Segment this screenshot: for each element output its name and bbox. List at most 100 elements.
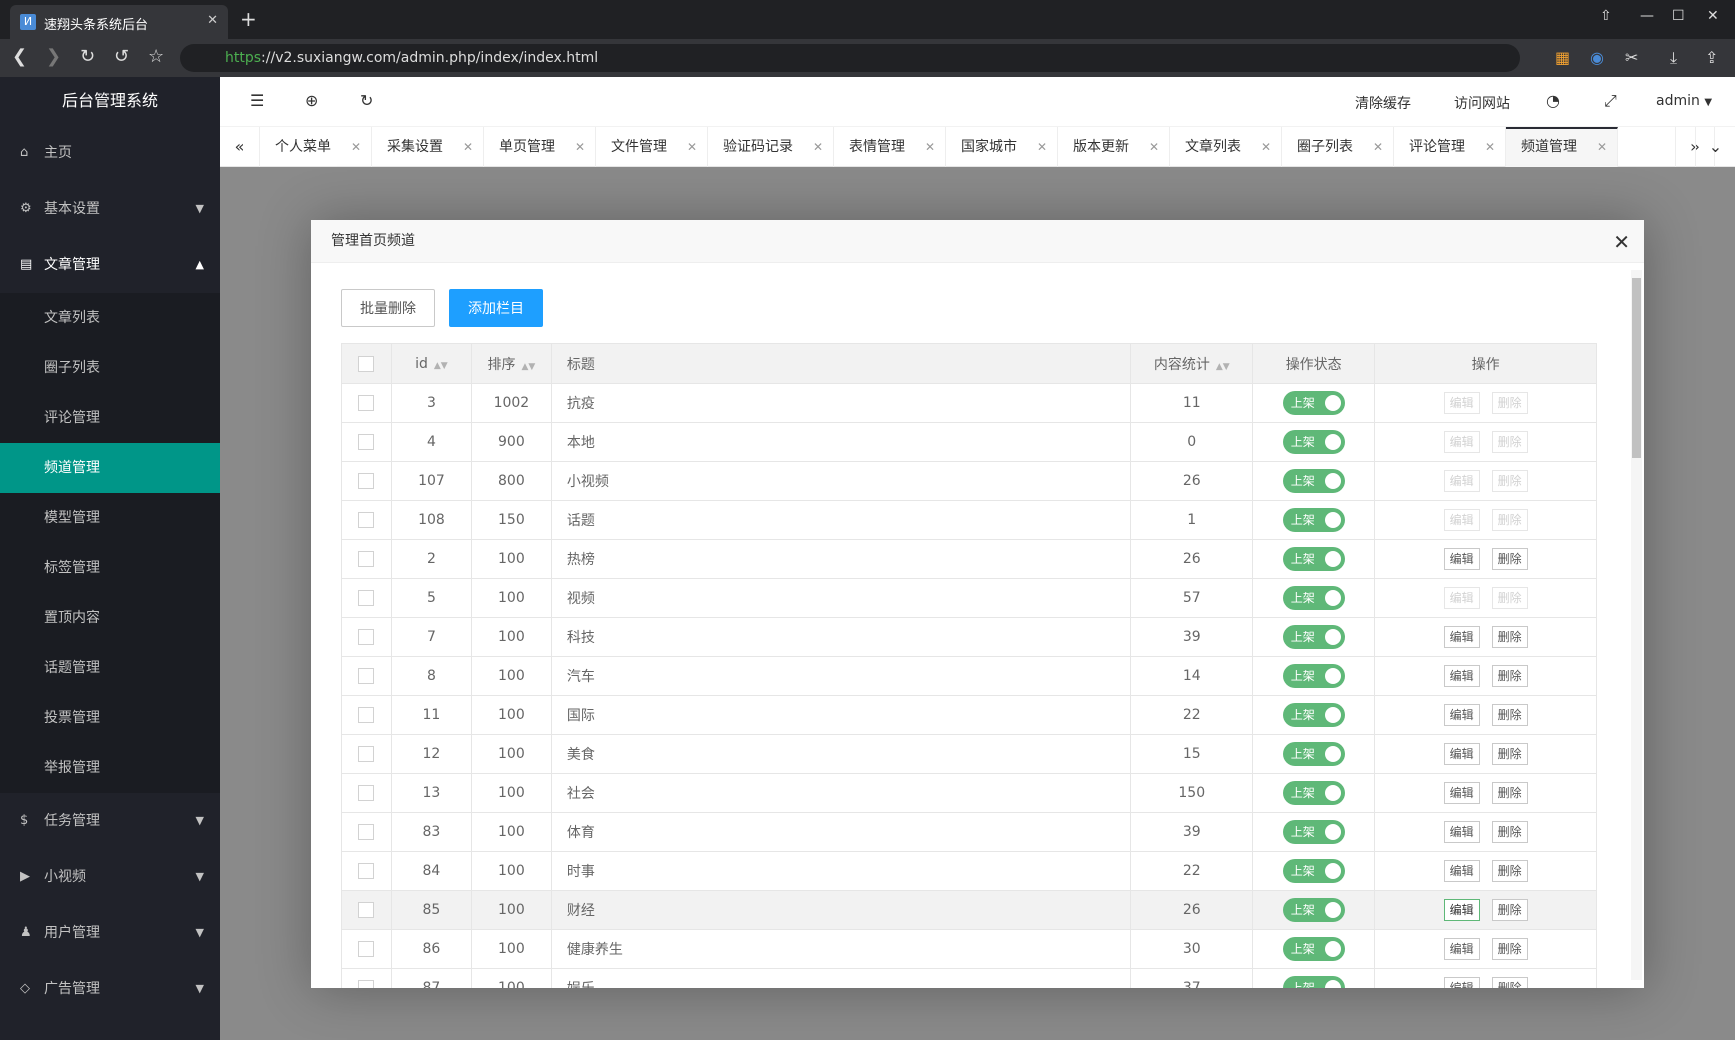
- page-tab-active[interactable]: 频道管理 ✕: [1506, 127, 1618, 167]
- close-tab-icon[interactable]: ✕: [575, 127, 585, 167]
- forward-icon[interactable]: ❯: [46, 46, 61, 67]
- page-tab[interactable]: 验证码记录 ✕: [708, 127, 834, 167]
- modal-scrollbar[interactable]: [1631, 270, 1642, 980]
- sidebar-item-basic-settings[interactable]: ⚙ 基本设置 ▼: [0, 181, 220, 237]
- scrollbar-thumb[interactable]: [1632, 278, 1641, 458]
- edit-button[interactable]: 编辑: [1443, 509, 1480, 531]
- extension-icon[interactable]: ◉: [1590, 48, 1604, 67]
- delete-button[interactable]: 删除: [1491, 977, 1528, 988]
- checkbox[interactable]: [358, 629, 375, 645]
- batch-delete-button[interactable]: 批量删除: [341, 289, 435, 327]
- checkbox[interactable]: [358, 512, 375, 528]
- edit-button[interactable]: 编辑: [1443, 665, 1480, 687]
- edit-button[interactable]: 编辑: [1443, 860, 1480, 882]
- sidebar-subitem[interactable]: 投票管理: [0, 693, 220, 743]
- table-row[interactable]: 8 100 汽车 14 上架 编辑 删除: [341, 656, 1597, 696]
- checkbox[interactable]: [358, 473, 375, 489]
- row-select[interactable]: [341, 851, 392, 891]
- close-tab-icon[interactable]: ✕: [1261, 127, 1271, 167]
- row-select[interactable]: [341, 734, 392, 774]
- status-toggle[interactable]: 上架: [1282, 547, 1345, 571]
- new-tab-icon[interactable]: +: [240, 7, 257, 31]
- delete-button[interactable]: 删除: [1491, 743, 1528, 765]
- row-select[interactable]: [341, 968, 392, 988]
- table-row[interactable]: 4 900 本地 0 上架 编辑 删除: [341, 422, 1597, 462]
- share-icon[interactable]: ⇪: [1705, 48, 1718, 67]
- close-tab-icon[interactable]: ✕: [925, 127, 935, 167]
- tabs-scroll-left-icon[interactable]: «: [220, 127, 260, 167]
- close-window-icon[interactable]: ✕: [1707, 8, 1719, 24]
- header-id[interactable]: id ▲▼: [390, 343, 472, 384]
- sidebar-subitem[interactable]: 举报管理: [0, 743, 220, 793]
- delete-button[interactable]: 删除: [1491, 626, 1528, 648]
- browser-tab[interactable]: ⵍ 速翔头条系统后台 ✕: [10, 5, 228, 39]
- row-select[interactable]: [341, 812, 392, 852]
- header-select-all[interactable]: [341, 343, 392, 384]
- row-select[interactable]: [341, 539, 392, 579]
- close-tab-icon[interactable]: ✕: [351, 127, 361, 167]
- sidebar-item-articles[interactable]: ▤ 文章管理 ▲: [0, 237, 220, 293]
- edit-button[interactable]: 编辑: [1443, 899, 1480, 921]
- globe-icon[interactable]: ⊕: [305, 91, 318, 110]
- page-tab[interactable]: 评论管理 ✕: [1394, 127, 1506, 167]
- download-icon[interactable]: ⤓: [1670, 48, 1677, 68]
- page-tab[interactable]: 圈子列表 ✕: [1282, 127, 1394, 167]
- status-toggle[interactable]: 上架: [1282, 976, 1345, 988]
- table-row[interactable]: 13 100 社会 150 上架 编辑 删除: [341, 773, 1597, 813]
- edit-button[interactable]: 编辑: [1443, 392, 1480, 414]
- edit-button[interactable]: 编辑: [1443, 626, 1480, 648]
- close-tab-icon[interactable]: ✕: [463, 127, 473, 167]
- checkbox[interactable]: [358, 590, 375, 606]
- table-row[interactable]: 84 100 时事 22 上架 编辑 删除: [341, 851, 1597, 891]
- delete-button[interactable]: 删除: [1491, 899, 1528, 921]
- sort-icon[interactable]: ▲▼: [1216, 362, 1230, 372]
- page-tab[interactable]: 版本更新 ✕: [1058, 127, 1170, 167]
- sidebar-subitem[interactable]: 圈子列表: [0, 343, 220, 393]
- windows-icon[interactable]: ▦: [1555, 48, 1570, 67]
- table-row[interactable]: 86 100 健康养生 30 上架 编辑 删除: [341, 929, 1597, 969]
- checkbox[interactable]: [358, 355, 375, 372]
- delete-button[interactable]: 删除: [1491, 509, 1528, 531]
- checkbox[interactable]: [358, 863, 375, 879]
- checkbox[interactable]: [358, 824, 375, 840]
- reload-icon[interactable]: ↻: [80, 46, 95, 67]
- delete-button[interactable]: 删除: [1491, 431, 1528, 453]
- table-row[interactable]: 11 100 国际 22 上架 编辑 删除: [341, 695, 1597, 735]
- tabs-dropdown-icon[interactable]: ⌄: [1695, 127, 1735, 167]
- row-select[interactable]: [341, 578, 392, 618]
- sidebar-subitem[interactable]: 模型管理: [0, 493, 220, 543]
- table-row[interactable]: 85 100 财经 26 上架 编辑 删除: [341, 890, 1597, 930]
- table-row[interactable]: 5 100 视频 57 上架 编辑 删除: [341, 578, 1597, 618]
- close-icon[interactable]: ✕: [1613, 230, 1630, 254]
- status-toggle[interactable]: 上架: [1282, 391, 1345, 415]
- page-tab[interactable]: 采集设置 ✕: [372, 127, 484, 167]
- checkbox[interactable]: [358, 746, 375, 762]
- table-row[interactable]: 87100娱乐37 上架 编辑删除: [341, 968, 1597, 988]
- sidebar-item-short-video[interactable]: ▶ 小视频 ▼: [0, 849, 220, 905]
- fullscreen-icon[interactable]: ⤢: [1604, 91, 1617, 111]
- back-icon[interactable]: ❮: [12, 46, 27, 67]
- close-tab-icon[interactable]: ✕: [1037, 127, 1047, 167]
- pin-icon[interactable]: ⇧: [1600, 8, 1612, 24]
- close-tab-icon[interactable]: ✕: [1149, 127, 1159, 167]
- checkbox[interactable]: [358, 941, 375, 957]
- edit-button[interactable]: 编辑: [1443, 470, 1480, 492]
- edit-button[interactable]: 编辑: [1443, 587, 1480, 609]
- user-menu[interactable]: admin ▼: [1656, 93, 1712, 109]
- checkbox[interactable]: [358, 395, 375, 411]
- sidebar-subitem-active[interactable]: 频道管理: [0, 443, 220, 493]
- edit-button[interactable]: 编辑: [1443, 431, 1480, 453]
- table-row[interactable]: 3 1002 抗疫 11 上架 编辑 删除: [341, 383, 1597, 423]
- page-tab[interactable]: 国家城市 ✕: [946, 127, 1058, 167]
- checkbox[interactable]: [358, 980, 375, 988]
- sidebar-item-home[interactable]: ⌂ 主页: [0, 125, 220, 181]
- close-tab-icon[interactable]: ✕: [1373, 127, 1383, 167]
- sort-icon[interactable]: ▲▼: [521, 362, 535, 372]
- row-select[interactable]: [341, 383, 392, 423]
- page-tab[interactable]: 个人菜单 ✕: [260, 127, 372, 167]
- close-tab-icon[interactable]: ✕: [813, 127, 823, 167]
- page-tab[interactable]: 单页管理 ✕: [484, 127, 596, 167]
- checkbox[interactable]: [358, 785, 375, 801]
- row-select[interactable]: [341, 890, 392, 930]
- delete-button[interactable]: 删除: [1491, 821, 1528, 843]
